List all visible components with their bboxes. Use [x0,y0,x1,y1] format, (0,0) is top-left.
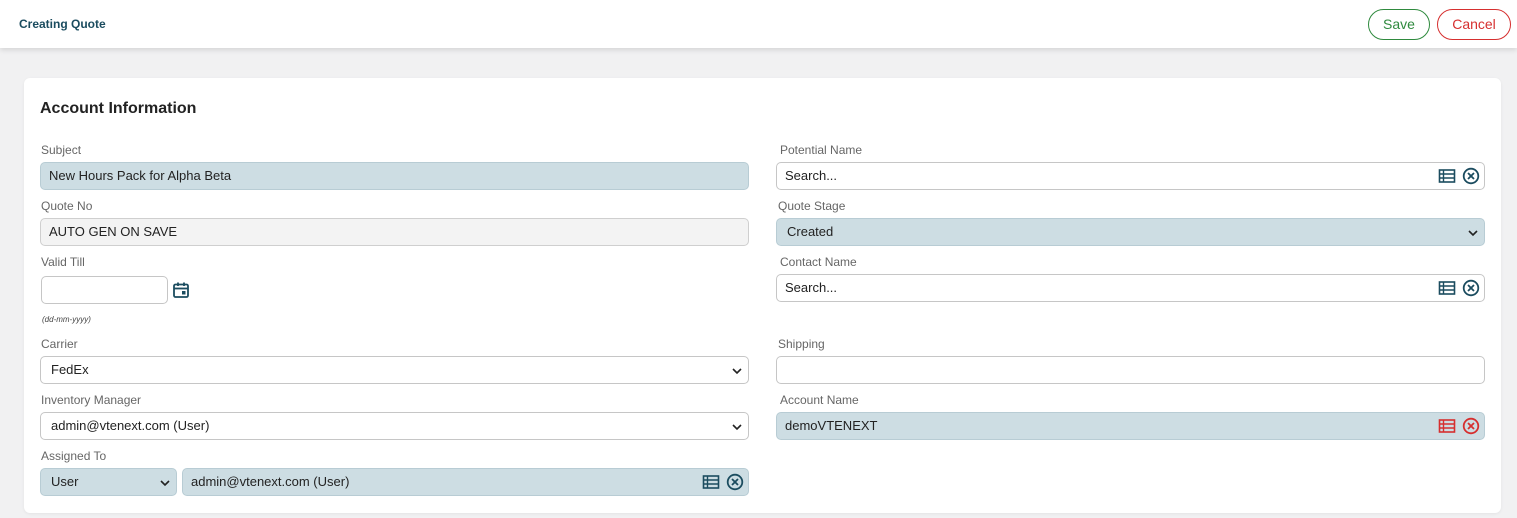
inventory-manager-label: Inventory Manager [41,393,142,407]
potential-name-actions [1438,167,1480,185]
potential-name-placeholder: Search... [785,168,838,183]
chevron-down-icon [1468,230,1478,237]
chevron-down-icon [732,424,742,431]
carrier-value: FedEx [51,362,89,377]
clear-circle-icon[interactable] [1462,279,1480,297]
section-title: Account Information [40,100,197,117]
carrier-label: Carrier [41,337,78,351]
subject-label: Subject [41,143,82,157]
assigned-to-value: admin@vtenext.com (User) [191,474,350,489]
quote-stage-label: Quote Stage [778,199,846,213]
subject-value: New Hours Pack for Alpha Beta [49,168,232,183]
assigned-to-actions [702,473,744,491]
account-name-actions [1438,417,1480,435]
date-format-hint: (dd-mm-yyyy) [42,315,91,324]
save-button[interactable]: Save [1368,9,1430,40]
top-bar [0,0,1517,48]
clear-circle-icon[interactable] [1462,167,1480,185]
account-name-label: Account Name [780,393,859,407]
quote-no-value: AUTO GEN ON SAVE [49,224,178,239]
account-name-input[interactable]: demoVTENEXT [776,412,1485,440]
valid-till-input[interactable] [41,276,168,304]
potential-name-label: Potential Name [780,143,863,157]
valid-till-label: Valid Till [41,255,85,269]
quote-no-label: Quote No [41,199,93,213]
cancel-button[interactable]: Cancel [1437,9,1511,40]
account-name-value: demoVTENEXT [785,418,878,433]
quote-stage-value: Created [787,224,834,239]
clear-circle-icon[interactable] [1462,417,1480,435]
chevron-down-icon [160,480,170,487]
shipping-label: Shipping [778,337,825,351]
assigned-to-label: Assigned To [41,449,107,463]
subject-input[interactable]: New Hours Pack for Alpha Beta [40,162,749,190]
list-icon[interactable] [1438,167,1456,185]
calendar-icon[interactable] [172,281,190,299]
inventory-manager-select[interactable]: admin@vtenext.com (User) [40,412,749,440]
page-title: Creating Quote [19,17,106,31]
quote-no-field: AUTO GEN ON SAVE [40,218,749,246]
chevron-down-icon [732,368,742,375]
shipping-input[interactable] [776,356,1485,384]
contact-name-label: Contact Name [780,255,857,269]
assigned-type-value: User [51,474,79,489]
quote-stage-select[interactable]: Created [776,218,1485,246]
carrier-select[interactable]: FedEx [40,356,749,384]
contact-name-placeholder: Search... [785,280,838,295]
potential-name-input[interactable]: Search... [776,162,1485,190]
assigned-to-input[interactable]: admin@vtenext.com (User) [182,468,749,496]
clear-circle-icon[interactable] [726,473,744,491]
list-icon[interactable] [702,473,720,491]
assigned-type-select[interactable]: User [40,468,177,496]
list-icon[interactable] [1438,417,1456,435]
contact-name-input[interactable]: Search... [776,274,1485,302]
contact-name-actions [1438,279,1480,297]
list-icon[interactable] [1438,279,1456,297]
inventory-manager-value: admin@vtenext.com (User) [51,418,210,433]
